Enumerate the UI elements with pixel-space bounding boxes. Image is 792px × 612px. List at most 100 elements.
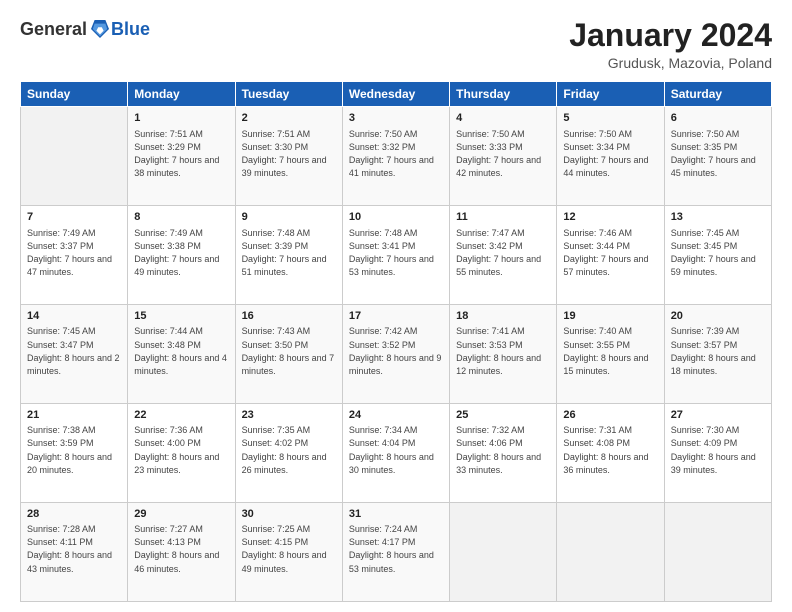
calendar-cell: 10 Sunrise: 7:48 AMSunset: 3:41 PMDayligh… bbox=[342, 206, 449, 305]
header: General Blue January 2024 Grudusk, Mazov… bbox=[20, 18, 772, 71]
day-number: 18 bbox=[456, 309, 550, 324]
calendar-cell: 25Sunrise: 7:32 AMSunset: 4:06 PMDayligh… bbox=[450, 404, 557, 503]
calendar-weekday-monday: Monday bbox=[128, 82, 235, 107]
calendar-weekday-friday: Friday bbox=[557, 82, 664, 107]
day-number: 10 bbox=[349, 210, 443, 225]
logo-blue: Blue bbox=[111, 19, 150, 40]
day-number: 27 bbox=[671, 408, 765, 423]
calendar-weekday-wednesday: Wednesday bbox=[342, 82, 449, 107]
day-number: 3 bbox=[349, 111, 443, 126]
calendar-cell bbox=[664, 503, 771, 602]
day-number: 13 bbox=[671, 210, 765, 225]
logo-general: General bbox=[20, 19, 87, 40]
calendar-weekday-tuesday: Tuesday bbox=[235, 82, 342, 107]
day-info: Sunrise: 7:50 AMSunset: 3:33 PMDaylight:… bbox=[456, 128, 550, 180]
day-info: Sunrise: 7:43 AMSunset: 3:50 PMDaylight:… bbox=[242, 325, 336, 377]
calendar-cell: 4 Sunrise: 7:50 AMSunset: 3:33 PMDaylight… bbox=[450, 107, 557, 206]
day-info: Sunrise: 7:24 AMSunset: 4:17 PMDaylight:… bbox=[349, 523, 443, 575]
subtitle: Grudusk, Mazovia, Poland bbox=[569, 55, 772, 71]
day-info: Sunrise: 7:39 AMSunset: 3:57 PMDaylight:… bbox=[671, 325, 765, 377]
calendar-cell: 7Sunrise: 7:49 AMSunset: 3:37 PMDaylight… bbox=[21, 206, 128, 305]
day-number: 12 bbox=[563, 210, 657, 225]
day-number: 4 bbox=[456, 111, 550, 126]
day-info: Sunrise: 7:46 AMSunset: 3:44 PMDaylight:… bbox=[563, 227, 657, 279]
day-info: Sunrise: 7:47 AMSunset: 3:42 PMDaylight:… bbox=[456, 227, 550, 279]
day-info: Sunrise: 7:35 AMSunset: 4:02 PMDaylight:… bbox=[242, 424, 336, 476]
day-info: Sunrise: 7:50 AMSunset: 3:32 PMDaylight:… bbox=[349, 128, 443, 180]
day-number: 20 bbox=[671, 309, 765, 324]
day-number: 11 bbox=[456, 210, 550, 225]
day-info: Sunrise: 7:41 AMSunset: 3:53 PMDaylight:… bbox=[456, 325, 550, 377]
calendar-week-row: 1 Sunrise: 7:51 AMSunset: 3:29 PMDaylight… bbox=[21, 107, 772, 206]
day-info: Sunrise: 7:25 AMSunset: 4:15 PMDaylight:… bbox=[242, 523, 336, 575]
day-number: 22 bbox=[134, 408, 228, 423]
calendar-week-row: 14Sunrise: 7:45 AMSunset: 3:47 PMDayligh… bbox=[21, 305, 772, 404]
day-info: Sunrise: 7:48 AMSunset: 3:39 PMDaylight:… bbox=[242, 227, 336, 279]
day-number: 9 bbox=[242, 210, 336, 225]
calendar-weekday-saturday: Saturday bbox=[664, 82, 771, 107]
day-number: 16 bbox=[242, 309, 336, 324]
calendar-weekday-sunday: Sunday bbox=[21, 82, 128, 107]
day-info: Sunrise: 7:32 AMSunset: 4:06 PMDaylight:… bbox=[456, 424, 550, 476]
calendar-cell bbox=[557, 503, 664, 602]
day-number: 1 bbox=[134, 111, 228, 126]
calendar-week-row: 7Sunrise: 7:49 AMSunset: 3:37 PMDaylight… bbox=[21, 206, 772, 305]
calendar-cell: 26Sunrise: 7:31 AMSunset: 4:08 PMDayligh… bbox=[557, 404, 664, 503]
day-info: Sunrise: 7:51 AMSunset: 3:29 PMDaylight:… bbox=[134, 128, 228, 180]
calendar-cell: 21Sunrise: 7:38 AMSunset: 3:59 PMDayligh… bbox=[21, 404, 128, 503]
calendar-cell: 8 Sunrise: 7:49 AMSunset: 3:38 PMDaylight… bbox=[128, 206, 235, 305]
calendar-cell: 6 Sunrise: 7:50 AMSunset: 3:35 PMDaylight… bbox=[664, 107, 771, 206]
calendar-cell: 24Sunrise: 7:34 AMSunset: 4:04 PMDayligh… bbox=[342, 404, 449, 503]
day-number: 7 bbox=[27, 210, 121, 225]
day-number: 8 bbox=[134, 210, 228, 225]
day-info: Sunrise: 7:30 AMSunset: 4:09 PMDaylight:… bbox=[671, 424, 765, 476]
calendar-cell: 3 Sunrise: 7:50 AMSunset: 3:32 PMDaylight… bbox=[342, 107, 449, 206]
day-info: Sunrise: 7:50 AMSunset: 3:35 PMDaylight:… bbox=[671, 128, 765, 180]
day-number: 24 bbox=[349, 408, 443, 423]
day-info: Sunrise: 7:45 AMSunset: 3:47 PMDaylight:… bbox=[27, 325, 121, 377]
calendar-cell: 30Sunrise: 7:25 AMSunset: 4:15 PMDayligh… bbox=[235, 503, 342, 602]
day-info: Sunrise: 7:34 AMSunset: 4:04 PMDaylight:… bbox=[349, 424, 443, 476]
calendar-cell: 17Sunrise: 7:42 AMSunset: 3:52 PMDayligh… bbox=[342, 305, 449, 404]
calendar-cell: 12 Sunrise: 7:46 AMSunset: 3:44 PMDayligh… bbox=[557, 206, 664, 305]
calendar-cell: 9 Sunrise: 7:48 AMSunset: 3:39 PMDaylight… bbox=[235, 206, 342, 305]
day-info: Sunrise: 7:36 AMSunset: 4:00 PMDaylight:… bbox=[134, 424, 228, 476]
day-info: Sunrise: 7:44 AMSunset: 3:48 PMDaylight:… bbox=[134, 325, 228, 377]
day-number: 21 bbox=[27, 408, 121, 423]
day-number: 6 bbox=[671, 111, 765, 126]
calendar-cell: 19Sunrise: 7:40 AMSunset: 3:55 PMDayligh… bbox=[557, 305, 664, 404]
calendar-header-row: SundayMondayTuesdayWednesdayThursdayFrid… bbox=[21, 82, 772, 107]
calendar-cell: 20Sunrise: 7:39 AMSunset: 3:57 PMDayligh… bbox=[664, 305, 771, 404]
logo-icon bbox=[91, 18, 109, 40]
calendar-cell bbox=[450, 503, 557, 602]
day-number: 26 bbox=[563, 408, 657, 423]
calendar-cell bbox=[21, 107, 128, 206]
calendar-cell: 11 Sunrise: 7:47 AMSunset: 3:42 PMDayligh… bbox=[450, 206, 557, 305]
calendar-cell: 5Sunrise: 7:50 AMSunset: 3:34 PMDaylight… bbox=[557, 107, 664, 206]
calendar-week-row: 28Sunrise: 7:28 AMSunset: 4:11 PMDayligh… bbox=[21, 503, 772, 602]
day-info: Sunrise: 7:28 AMSunset: 4:11 PMDaylight:… bbox=[27, 523, 121, 575]
calendar-cell: 1 Sunrise: 7:51 AMSunset: 3:29 PMDaylight… bbox=[128, 107, 235, 206]
page: General Blue January 2024 Grudusk, Mazov… bbox=[0, 0, 792, 612]
calendar-cell: 29Sunrise: 7:27 AMSunset: 4:13 PMDayligh… bbox=[128, 503, 235, 602]
calendar-cell: 15Sunrise: 7:44 AMSunset: 3:48 PMDayligh… bbox=[128, 305, 235, 404]
title-block: January 2024 Grudusk, Mazovia, Poland bbox=[569, 18, 772, 71]
day-info: Sunrise: 7:48 AMSunset: 3:41 PMDaylight:… bbox=[349, 227, 443, 279]
calendar-cell: 14Sunrise: 7:45 AMSunset: 3:47 PMDayligh… bbox=[21, 305, 128, 404]
day-info: Sunrise: 7:45 AMSunset: 3:45 PMDaylight:… bbox=[671, 227, 765, 279]
day-info: Sunrise: 7:51 AMSunset: 3:30 PMDaylight:… bbox=[242, 128, 336, 180]
calendar-cell: 31Sunrise: 7:24 AMSunset: 4:17 PMDayligh… bbox=[342, 503, 449, 602]
day-number: 30 bbox=[242, 507, 336, 522]
day-info: Sunrise: 7:42 AMSunset: 3:52 PMDaylight:… bbox=[349, 325, 443, 377]
calendar-weekday-thursday: Thursday bbox=[450, 82, 557, 107]
day-number: 2 bbox=[242, 111, 336, 126]
day-info: Sunrise: 7:31 AMSunset: 4:08 PMDaylight:… bbox=[563, 424, 657, 476]
day-info: Sunrise: 7:49 AMSunset: 3:38 PMDaylight:… bbox=[134, 227, 228, 279]
main-title: January 2024 bbox=[569, 18, 772, 53]
day-info: Sunrise: 7:50 AMSunset: 3:34 PMDaylight:… bbox=[563, 128, 657, 180]
calendar-cell: 13 Sunrise: 7:45 AMSunset: 3:45 PMDayligh… bbox=[664, 206, 771, 305]
day-number: 14 bbox=[27, 309, 121, 324]
calendar-cell: 22Sunrise: 7:36 AMSunset: 4:00 PMDayligh… bbox=[128, 404, 235, 503]
calendar-week-row: 21Sunrise: 7:38 AMSunset: 3:59 PMDayligh… bbox=[21, 404, 772, 503]
calendar-cell: 27Sunrise: 7:30 AMSunset: 4:09 PMDayligh… bbox=[664, 404, 771, 503]
